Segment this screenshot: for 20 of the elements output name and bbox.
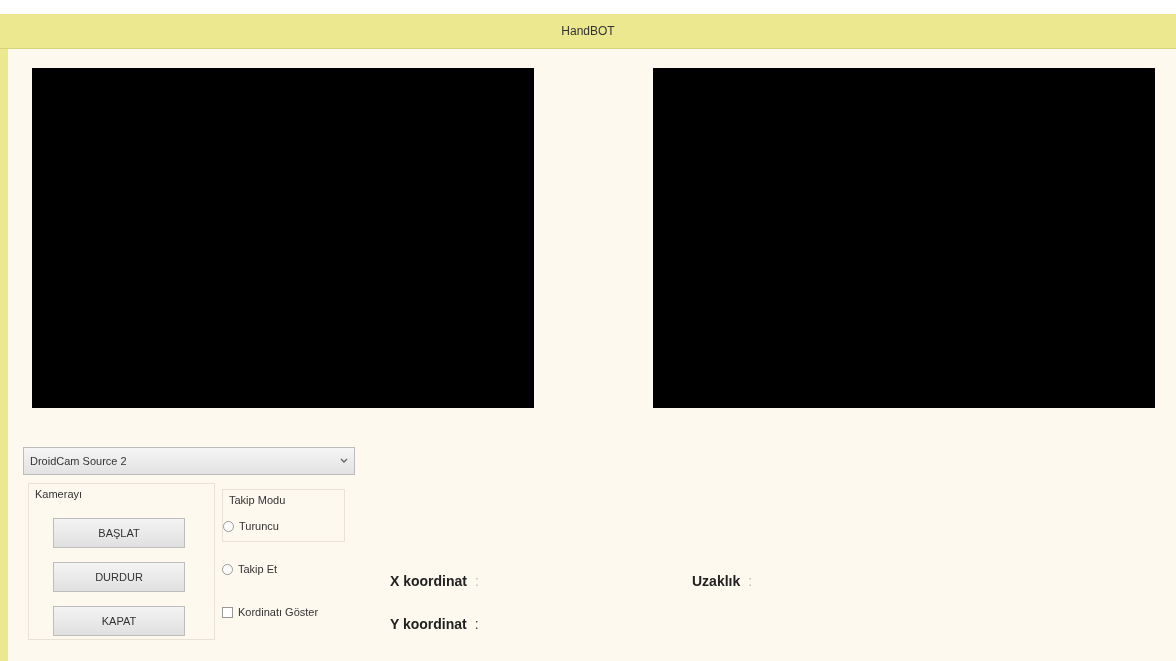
option-label: Kordinatı Göster [238,606,319,618]
option-label: Turuncu [239,520,279,532]
readout-label: Y koordinat [390,616,467,632]
readout-label: Uzaklık [692,573,741,589]
radio-button[interactable] [222,563,233,575]
option-label: Takip Et [238,563,278,575]
camera-button[interactable]: BAŞLAT [53,518,185,548]
camera-dropdown[interactable]: DroidCam Source 2 [23,447,355,475]
separator-colon: : [748,573,753,589]
chevron-down-icon [340,458,348,464]
group-title: Takip Modu [229,494,286,506]
separator-colon: : [474,616,479,632]
window-title: HandBOT [561,24,615,38]
checkbox[interactable] [222,606,233,618]
camera-button[interactable]: KAPAT [53,606,185,636]
group-title: Kamerayı [35,488,83,500]
separator-colon: : [475,573,479,589]
readout-label: X koordinat [390,573,467,589]
camera-button[interactable]: DURDUR [53,562,185,592]
radio-button[interactable] [223,520,234,532]
